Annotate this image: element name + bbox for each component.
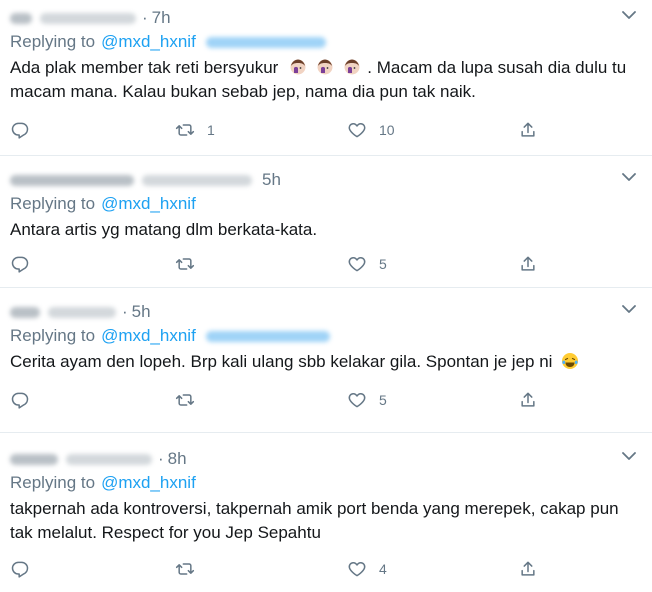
face-palm-emoji xyxy=(316,58,334,76)
reply-tweet[interactable]: · 7h Replying to @mxd_hxnif Ada plak mem… xyxy=(0,0,652,156)
tweet-time[interactable]: 5h xyxy=(132,302,151,322)
mention-link[interactable]: @mxd_hxnif xyxy=(101,32,196,52)
share-icon xyxy=(518,120,538,140)
reply-tweet[interactable]: 5h Replying to @mxd_hxnif Antara artis y… xyxy=(0,156,652,288)
retweet-icon xyxy=(175,390,195,410)
face-palm-emoji xyxy=(289,58,307,76)
replying-to: Replying to @mxd_hxnif xyxy=(10,32,642,52)
reply-tweet[interactable]: · 8h Replying to @mxd_hxnif takpernah ad… xyxy=(0,433,652,592)
share-button[interactable] xyxy=(518,120,538,140)
share-icon xyxy=(518,254,538,274)
share-button[interactable] xyxy=(518,254,538,274)
mention-link[interactable]: @mxd_hxnif xyxy=(101,473,196,493)
author-name[interactable] xyxy=(10,306,40,318)
reply-button[interactable] xyxy=(10,559,30,579)
share-button[interactable] xyxy=(518,559,538,579)
mention-link-blurred[interactable] xyxy=(205,36,326,48)
tears-of-joy-emoji xyxy=(561,352,579,370)
mention-link[interactable]: @mxd_hxnif xyxy=(101,194,196,214)
separator-dot: · xyxy=(142,8,148,27)
reply-icon xyxy=(10,390,30,410)
share-icon xyxy=(518,390,538,410)
face-palm-emoji xyxy=(343,58,361,76)
author-handle[interactable] xyxy=(40,12,136,24)
retweet-icon xyxy=(175,254,195,274)
reply-tweet[interactable]: · 5h Replying to @mxd_hxnif Cerita ayam … xyxy=(0,288,652,433)
reply-button[interactable] xyxy=(10,120,30,140)
like-button[interactable]: 10 xyxy=(347,120,395,140)
tweet-text: Cerita ayam den lopeh. Brp kali ulang sb… xyxy=(10,350,642,374)
retweet-count: 1 xyxy=(207,122,215,138)
retweet-button[interactable] xyxy=(175,390,195,410)
replying-to-label: Replying to xyxy=(10,326,96,345)
retweet-button[interactable]: 1 xyxy=(175,120,215,140)
tweet-header: · 5h xyxy=(10,300,642,324)
tweet-time[interactable]: 7h xyxy=(152,8,171,28)
share-icon xyxy=(518,559,538,579)
like-button[interactable]: 5 xyxy=(347,390,387,410)
retweet-button[interactable] xyxy=(175,559,195,579)
tweet-time[interactable]: 8h xyxy=(168,449,187,469)
reply-button[interactable] xyxy=(10,390,30,410)
like-count: 10 xyxy=(379,122,395,138)
like-icon xyxy=(347,390,367,410)
reply-icon xyxy=(10,120,30,140)
like-button[interactable]: 5 xyxy=(347,254,387,274)
like-count: 4 xyxy=(379,561,387,577)
like-icon xyxy=(347,559,367,579)
replying-to: Replying to @mxd_hxnif xyxy=(10,473,642,493)
retweet-icon xyxy=(175,559,195,579)
tweet-actions: 1 10 xyxy=(10,112,642,152)
author-handle[interactable] xyxy=(142,174,252,186)
author-name[interactable] xyxy=(10,174,134,186)
tweet-header: · 7h xyxy=(10,6,642,30)
tweet-text: Ada plak member tak reti bersyukur . Mac… xyxy=(10,56,642,104)
tweet-actions: 4 xyxy=(10,551,642,591)
separator-dot: · xyxy=(158,449,164,468)
like-count: 5 xyxy=(379,256,387,272)
like-icon xyxy=(347,120,367,140)
retweet-button[interactable] xyxy=(175,254,195,274)
like-count: 5 xyxy=(379,392,387,408)
replying-to-label: Replying to xyxy=(10,32,96,51)
replying-to: Replying to @mxd_hxnif xyxy=(10,326,642,346)
chevron-down-icon[interactable] xyxy=(620,8,638,22)
mention-link-blurred[interactable] xyxy=(205,330,330,342)
chevron-down-icon[interactable] xyxy=(620,302,638,316)
mention-link[interactable]: @mxd_hxnif xyxy=(101,326,196,346)
like-icon xyxy=(347,254,367,274)
tweet-text-part: Ada plak member tak reti bersyukur xyxy=(10,58,279,77)
tweet-time[interactable]: 5h xyxy=(262,170,281,190)
reply-button[interactable] xyxy=(10,254,30,274)
tweet-actions: 5 xyxy=(10,382,642,422)
author-handle[interactable] xyxy=(48,306,116,318)
tweet-text: Antara artis yg matang dlm berkata-kata. xyxy=(10,220,318,239)
author-name[interactable] xyxy=(10,12,32,24)
like-button[interactable]: 4 xyxy=(347,559,387,579)
chevron-down-icon[interactable] xyxy=(620,170,638,184)
reply-icon xyxy=(10,559,30,579)
replying-to-label: Replying to xyxy=(10,473,96,492)
reply-icon xyxy=(10,254,30,274)
replying-to: Replying to @mxd_hxnif xyxy=(10,194,642,214)
separator-dot: · xyxy=(122,302,128,321)
tweet-header: 5h xyxy=(10,168,642,192)
share-button[interactable] xyxy=(518,390,538,410)
replying-to-label: Replying to xyxy=(10,194,96,213)
author-handle[interactable] xyxy=(66,453,152,465)
tweet-header: · 8h xyxy=(10,447,642,471)
tweet-text: takpernah ada kontroversi, takpernah ami… xyxy=(10,499,619,542)
author-name[interactable] xyxy=(10,453,58,465)
chevron-down-icon[interactable] xyxy=(620,449,638,463)
tweet-actions: 5 xyxy=(10,246,642,286)
retweet-icon xyxy=(175,120,195,140)
tweet-text-part: Cerita ayam den lopeh. Brp kali ulang sb… xyxy=(10,352,553,371)
